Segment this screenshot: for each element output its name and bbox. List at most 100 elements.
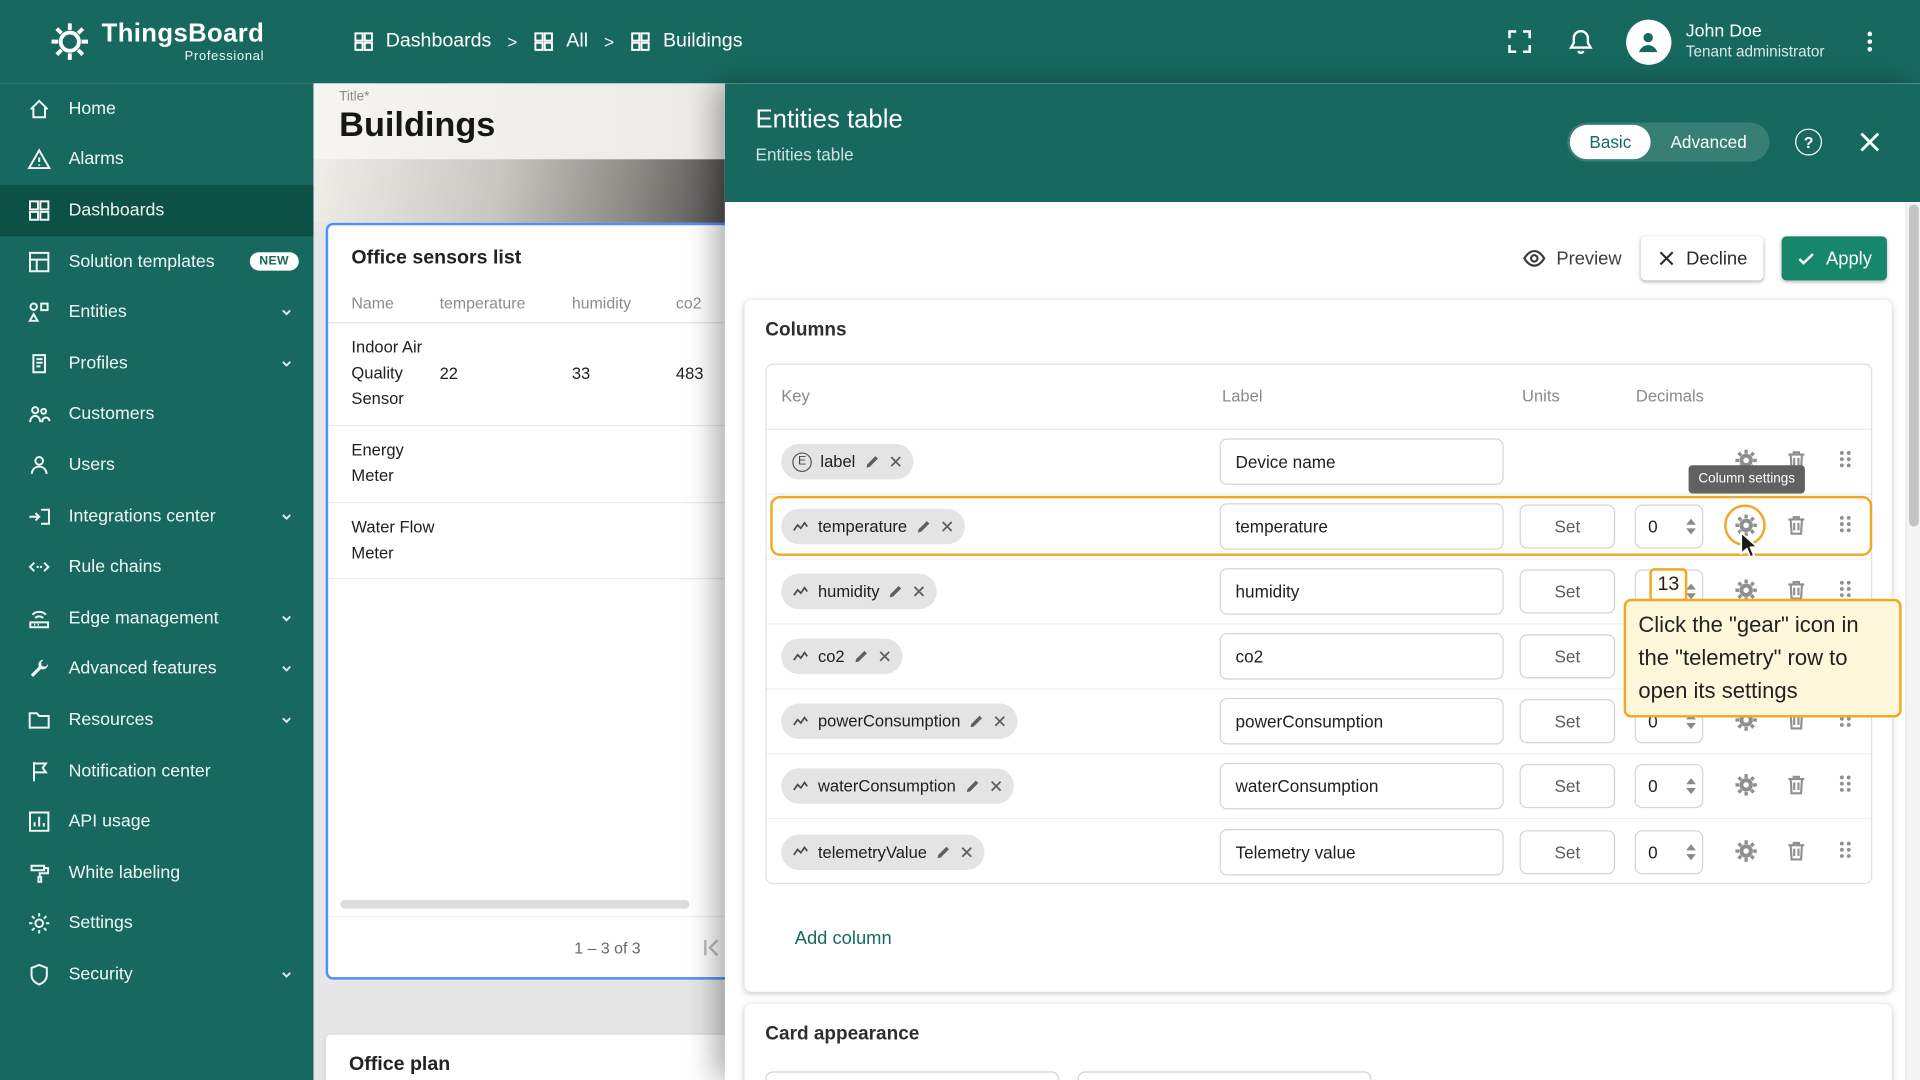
chevron-down-icon — [277, 354, 297, 374]
delete-column-button[interactable] — [1784, 838, 1811, 865]
spinner-icon[interactable] — [1686, 519, 1696, 535]
sidebar-item-advanced-features[interactable]: Advanced features — [0, 644, 313, 695]
sidebar-item-home[interactable]: Home — [0, 83, 313, 134]
edit-key-button[interactable] — [853, 648, 869, 664]
drag-handle[interactable] — [1834, 773, 1861, 800]
thingsboard-logo[interactable]: ThingsBoard Professional — [0, 21, 313, 63]
sidebar-item-customers[interactable]: Customers — [0, 389, 313, 440]
sidebar-item-api-usage[interactable]: API usage — [0, 796, 313, 847]
remove-key-button[interactable] — [940, 520, 953, 533]
fullscreen-button[interactable] — [1503, 26, 1535, 58]
drag-handle[interactable] — [1834, 513, 1861, 540]
add-column-button[interactable]: Add column — [785, 921, 902, 957]
column-label-input[interactable] — [1220, 568, 1504, 615]
column-label-input[interactable] — [1220, 633, 1504, 680]
sidebar-item-users[interactable]: Users — [0, 440, 313, 491]
column-label-input[interactable] — [1220, 698, 1504, 745]
column-key-chip[interactable]: temperature — [781, 509, 964, 545]
column-key-chip[interactable]: co2 — [781, 639, 902, 675]
units-set-button[interactable]: Set — [1520, 569, 1616, 613]
units-set-button[interactable]: Set — [1520, 699, 1616, 743]
sidebar-item-alarms[interactable]: Alarms — [0, 134, 313, 185]
user-avatar[interactable] — [1626, 19, 1671, 64]
remove-key-button[interactable] — [989, 779, 1002, 792]
user-menu[interactable]: John Doe Tenant administrator — [1686, 21, 1825, 62]
column-label-input[interactable] — [1220, 503, 1504, 550]
column-settings-button[interactable] — [1734, 838, 1761, 865]
sidebar-item-security[interactable]: Security — [0, 949, 313, 1000]
sidebar-item-dashboards[interactable]: Dashboards — [0, 185, 313, 236]
delete-column-button[interactable] — [1784, 513, 1811, 540]
breadcrumb-item-dashboards[interactable]: Dashboards — [353, 31, 492, 53]
column-label-input[interactable] — [1220, 828, 1504, 875]
spinner-icon[interactable] — [1686, 583, 1696, 599]
column-key-chip[interactable]: waterConsumption — [781, 768, 1013, 804]
sidebar-item-white-labeling[interactable]: White labeling — [0, 847, 313, 898]
sidebar-item-notification-center[interactable]: Notification center — [0, 745, 313, 796]
remove-key-button[interactable] — [913, 585, 926, 598]
remove-key-button[interactable] — [888, 455, 901, 468]
units-set-button[interactable]: Set — [1520, 764, 1616, 808]
horizontal-scrollbar[interactable] — [340, 900, 689, 909]
decline-button[interactable]: Decline — [1641, 236, 1763, 280]
column-settings-button[interactable] — [1734, 513, 1761, 540]
sidebar-item-entities[interactable]: Entities — [0, 287, 313, 338]
units-set-button[interactable]: Set — [1520, 504, 1616, 548]
tab-advanced[interactable]: Advanced — [1651, 125, 1766, 159]
card-appearance-field[interactable] — [1078, 1071, 1372, 1080]
edit-key-button[interactable] — [964, 778, 980, 794]
tab-basic[interactable]: Basic — [1570, 125, 1651, 159]
remove-key-button[interactable] — [960, 845, 973, 858]
edit-key-button[interactable] — [969, 713, 985, 729]
preview-button[interactable]: Preview — [1515, 236, 1629, 280]
spinner-icon[interactable] — [1686, 778, 1696, 794]
sidebar-item-settings[interactable]: Settings — [0, 898, 313, 949]
column-settings-button[interactable] — [1734, 773, 1761, 800]
help-button[interactable]: ? — [1795, 129, 1822, 156]
units-set-button[interactable]: Set — [1520, 634, 1616, 678]
edit-key-button[interactable] — [916, 519, 932, 535]
decimals-input[interactable]: 0 — [1635, 504, 1704, 548]
column-key-chip[interactable]: humidity — [781, 574, 937, 610]
notifications-button[interactable] — [1565, 26, 1597, 58]
widget-office-sensors[interactable]: Office sensors list Name temperature hum… — [326, 223, 767, 980]
sidebar-item-edge-management[interactable]: Edge management — [0, 593, 313, 644]
edit-key-button[interactable] — [864, 454, 880, 470]
sidebar-item-resources[interactable]: Resources — [0, 694, 313, 745]
resources-icon — [27, 708, 51, 732]
units-set-button[interactable]: Set — [1520, 830, 1616, 874]
column-label-input[interactable] — [1220, 763, 1504, 810]
notification-center-icon — [27, 759, 51, 783]
edit-key-button[interactable] — [936, 844, 952, 860]
sidebar-item-solution-templates[interactable]: Solution templates NEW — [0, 236, 313, 287]
column-key-chip[interactable]: E label — [781, 444, 913, 480]
card-appearance-field[interactable] — [765, 1071, 1059, 1080]
delete-column-button[interactable] — [1784, 773, 1811, 800]
column-key-chip[interactable]: powerConsumption — [781, 703, 1018, 739]
widget-office-plan[interactable]: Office plan — [326, 1035, 767, 1080]
column-key-chip[interactable]: telemetryValue — [781, 834, 984, 870]
panel-scrollbar[interactable] — [1905, 202, 1920, 1080]
close-button[interactable] — [1856, 129, 1883, 156]
drag-handle[interactable] — [1834, 448, 1861, 475]
dashboard-title-input[interactable]: Buildings — [339, 105, 495, 144]
first-page-button[interactable] — [699, 935, 723, 959]
more-menu-button[interactable] — [1854, 26, 1886, 58]
sidebar-item-integrations-center[interactable]: Integrations center — [0, 491, 313, 542]
spinner-icon[interactable] — [1686, 844, 1696, 860]
rule-chains-icon — [27, 555, 51, 579]
edit-key-button[interactable] — [888, 583, 904, 599]
apply-button[interactable]: Apply — [1782, 236, 1887, 280]
sidebar-item-rule-chains[interactable]: Rule chains — [0, 542, 313, 593]
decimals-input[interactable]: 0 — [1635, 764, 1704, 808]
decimals-input[interactable]: 0 — [1635, 830, 1704, 874]
remove-key-button[interactable] — [878, 650, 891, 663]
column-label-input[interactable] — [1220, 438, 1504, 485]
panel-scrollbar-thumb[interactable] — [1909, 204, 1919, 526]
remove-key-button[interactable] — [993, 714, 1006, 727]
sidebar-item-profiles[interactable]: Profiles — [0, 338, 313, 389]
drag-handle[interactable] — [1834, 838, 1861, 865]
breadcrumb-item-buildings[interactable]: Buildings — [630, 31, 743, 53]
breadcrumb-item-all[interactable]: All — [533, 31, 588, 53]
edit-icon — [888, 583, 904, 599]
